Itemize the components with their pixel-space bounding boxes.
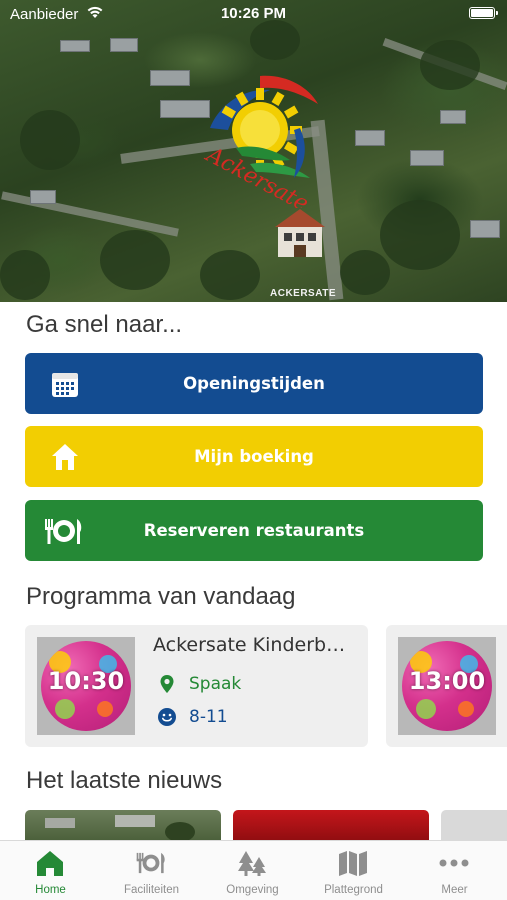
mijn-boeking-label: Mijn boeking [194,447,314,466]
news-card[interactable] [25,810,221,842]
quick-links-title: Ga snel naar... [26,311,183,338]
tab-faciliteiten[interactable]: Faciliteiten [101,841,202,900]
smiley-icon [158,708,176,726]
home-icon [52,444,78,470]
trees-icon [238,851,266,876]
location-pin-icon [160,675,174,693]
status-time: 10:26 PM [220,5,287,22]
openingstijden-button[interactable]: Openingstijden [25,353,483,414]
program-card[interactable]: 13:00 [386,625,507,747]
tab-omgeving[interactable]: Omgeving [202,841,303,900]
program-location: Spaak [157,674,241,694]
program-time: 10:30 [47,667,125,695]
calendar-icon [52,373,78,397]
program-thumbnail: 13:00 [398,637,496,735]
news-title: Het laatste nieuws [26,767,223,794]
ackersate-logo: Ackersate [201,75,318,208]
tab-meer[interactable]: Meer [404,841,505,900]
status-bar: Aanbieder 10:26 PM [0,0,507,28]
tab-faciliteiten-label: Faciliteiten [124,884,179,896]
reserveren-restaurants-button[interactable]: Reserveren restaurants [25,500,483,561]
program-thumbnail: 10:30 [37,637,135,735]
tab-plattegrond-label: Plattegrond [324,884,383,896]
tab-meer-label: Meer [441,884,468,896]
building-sign: ACKERSATE [270,288,336,299]
program-age-label: 8-11 [189,707,228,727]
tab-home-label: Home [35,884,66,896]
home-icon [37,851,63,876]
openingstijden-label: Openingstijden [183,374,325,393]
battery-icon [469,7,498,19]
map-icon [339,851,367,876]
tab-home[interactable]: Home [0,841,101,900]
program-time: 13:00 [408,667,486,695]
program-card-title: Ackersate Kinderbi... [153,634,349,656]
restaurant-icon [45,519,82,544]
restaurant-icon [136,852,165,874]
reserveren-restaurants-label: Reserveren restaurants [143,521,365,540]
tab-plattegrond[interactable]: Plattegrond [303,841,404,900]
more-icon [439,859,469,867]
tab-omgeving-label: Omgeving [226,884,279,896]
building-icon [275,209,325,257]
mijn-boeking-button[interactable]: Mijn boeking [25,426,483,487]
program-location-label: Spaak [189,674,242,694]
hero-image: ACKERSATE Ackersate Aanbieder 10:26 PM [0,0,507,302]
tab-bar: Home Faciliteiten Omgeving Plattegrond M… [0,840,507,900]
program-title: Programma van vandaag [26,583,296,610]
program-age: 8-11 [157,707,228,727]
news-card[interactable] [233,810,429,842]
news-card[interactable] [441,810,507,842]
program-card[interactable]: 10:30 Ackersate Kinderbi... Spaak 8-11 [25,625,368,747]
